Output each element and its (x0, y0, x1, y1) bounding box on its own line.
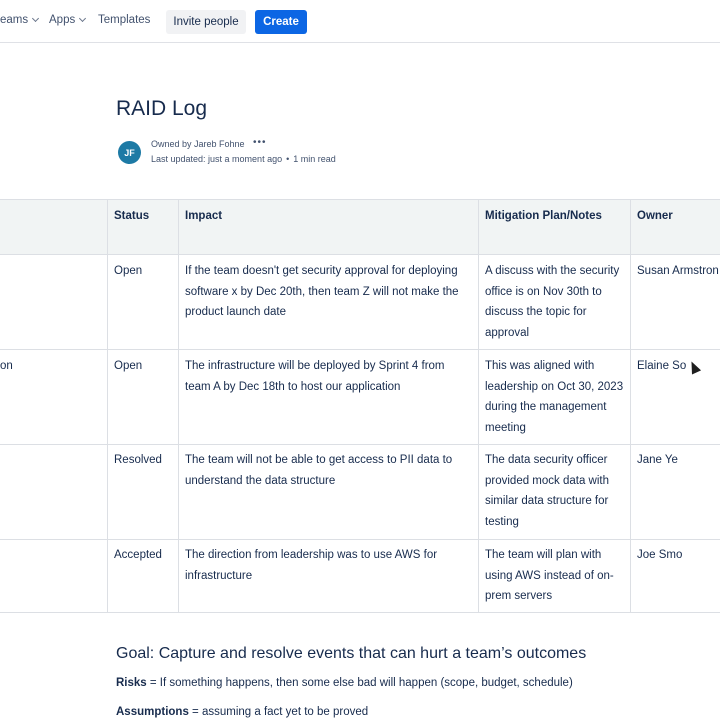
cell-owner[interactable]: Susan Armstron (637, 261, 719, 282)
cell-mitigation[interactable]: A discuss with the security office is on… (485, 261, 625, 343)
assumptions-term: Assumptions (116, 706, 189, 718)
column-header-impact[interactable]: Impact (185, 210, 222, 222)
table-border (630, 199, 631, 613)
nav-teams-menu[interactable]: eams (0, 14, 40, 26)
page-title: RAID Log (116, 97, 208, 120)
cell-status[interactable]: Open (114, 261, 142, 282)
column-header-mitigation[interactable]: Mitigation Plan/Notes (485, 210, 602, 222)
cell-impact[interactable]: The direction from leadership was to use… (185, 545, 473, 586)
raid-table: Status Impact Mitigation Plan/Notes Owne… (0, 199, 720, 613)
column-header-status[interactable]: Status (114, 210, 149, 222)
cell-mitigation[interactable]: This was aligned with leadership on Oct … (485, 356, 625, 438)
risks-definition: Risks = If something happens, then some … (116, 677, 573, 689)
goal-heading: Goal: Capture and resolve events that ca… (116, 645, 587, 662)
cell-owner[interactable]: Elaine So (637, 356, 686, 377)
cell-left-truncated[interactable]: on (0, 356, 13, 377)
cell-mitigation[interactable]: The team will plan with using AWS instea… (485, 545, 625, 607)
owner-byline: Owned by Jareb Fohne (151, 139, 245, 149)
cell-status[interactable]: Open (114, 356, 142, 377)
cell-status[interactable]: Resolved (114, 450, 162, 471)
cell-mitigation[interactable]: The data security officer provided mock … (485, 450, 625, 532)
nav-apps-menu[interactable]: Apps (49, 14, 87, 26)
table-border (478, 199, 479, 613)
chevron-down-icon (32, 14, 40, 23)
table-border (178, 199, 179, 613)
cell-impact[interactable]: The infrastructure will be deployed by S… (185, 356, 473, 397)
risks-term: Risks (116, 677, 147, 689)
nav-templates-link[interactable]: Templates (98, 14, 150, 26)
table-border (0, 349, 720, 350)
cell-owner[interactable]: Joe Smo (637, 545, 682, 566)
more-actions-icon[interactable]: ••• (253, 137, 267, 148)
table-border (0, 254, 720, 255)
cell-impact[interactable]: If the team doesn't get security approva… (185, 261, 473, 323)
top-navigation: eams Apps Templates Invite people Create (0, 0, 720, 43)
assumptions-text: = assuming a fact yet to be proved (188, 706, 369, 718)
table-border (0, 612, 720, 613)
invite-people-button[interactable]: Invite people (166, 10, 246, 34)
table-border (0, 539, 720, 540)
assumptions-definition: Assumptions = assuming a fact yet to be … (116, 706, 368, 718)
table-border (107, 199, 108, 613)
table-border (0, 444, 720, 445)
read-time: 1 min read (293, 154, 336, 164)
table-header-row (0, 199, 720, 254)
cell-impact[interactable]: The team will not be able to get access … (185, 450, 473, 491)
risks-text: = If something happens, then some else b… (146, 677, 573, 689)
nav-teams-label: eams (0, 14, 29, 26)
separator-dot: • (286, 154, 290, 164)
cell-status[interactable]: Accepted (114, 545, 162, 566)
nav-apps-label: Apps (49, 14, 76, 26)
page-meta: Last updated: just a moment ago • 1 min re… (151, 154, 336, 164)
create-button[interactable]: Create (255, 10, 307, 34)
avatar[interactable]: JF (118, 141, 141, 164)
table-border (0, 199, 720, 200)
column-header-owner[interactable]: Owner (637, 210, 673, 222)
chevron-down-icon (79, 14, 87, 23)
last-updated: Last updated: just a moment ago (151, 154, 283, 164)
nav-templates-label: Templates (98, 14, 151, 26)
cell-owner[interactable]: Jane Ye (637, 450, 678, 471)
